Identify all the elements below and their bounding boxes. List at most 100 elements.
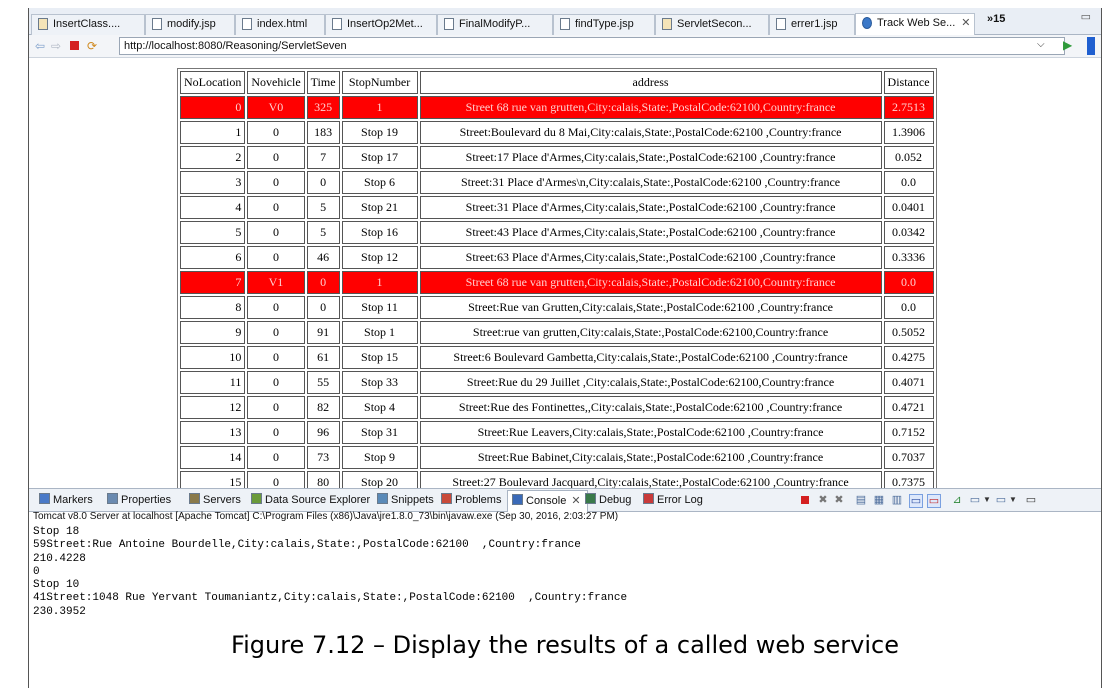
cell-time: 80 [306,471,340,488]
cell-address: Street 68 rue van grutten,City:calais,St… [419,271,882,294]
editor-tab-label: ServletSecon... [677,18,752,30]
editor-tab-label: modify.jsp [167,18,216,30]
view-tab-label: Console [526,495,567,507]
table-row: 10 0 61 Stop 15 Street:6 Boulevard Gambetta,… [180,346,934,369]
cell-nolocation: 12 [180,396,246,419]
cell-stopnumber: Stop 6 [341,171,418,194]
cell-novehicle: 0 [247,146,305,169]
view-tab-label: Data Source Explorer [265,494,371,506]
editor-tab[interactable]: ServletSecon... [655,14,769,35]
figure-caption: Figure 7.12 – Display the results of a c… [231,631,899,659]
tab-overflow-button[interactable]: »15 [987,13,1005,25]
editor-tab[interactable]: FinalModifyP... [437,14,553,35]
cell-nolocation: 3 [180,171,246,194]
editor-tab[interactable]: errer1.jsp [769,14,855,35]
console-icon [512,494,523,505]
word-wrap-icon[interactable]: ▥ [891,494,903,506]
cell-nolocation: 11 [180,371,246,394]
cell-stopnumber: Stop 9 [341,446,418,469]
file-icon [332,18,342,30]
show-stderr-icon[interactable]: ▭ [927,494,941,508]
cell-stopnumber: Stop 21 [341,196,418,219]
remove-launch-icon[interactable]: ✖ [817,494,829,506]
vehicle-start-row: 7 V1 0 1 Street 68 rue van grutten,City:cala… [180,271,934,294]
forward-arrow-icon[interactable]: ⇨ [51,39,61,53]
view-tab-console[interactable]: Console ✕ [507,490,588,512]
cell-nolocation: 2 [180,146,246,169]
terminate-icon[interactable] [801,496,809,504]
view-tab-data-source-explorer[interactable]: Data Source Explorer [251,493,370,507]
editor-tab-label: index.html [257,18,308,30]
cell-address: Street:27 Boulevard Jacquard,City:calais… [419,471,882,488]
url-input[interactable]: http://localhost:8080/Reasoning/ServletS… [119,37,1065,55]
cell-time: 5 [306,221,340,244]
remove-all-icon[interactable]: ✖ [833,494,845,506]
view-tab-label: Error Log [657,494,703,506]
view-tab-markers[interactable]: Markers [39,493,93,507]
table-row: 13 0 96 Stop 31 Street:Rue Leavers,City:cala… [180,421,934,444]
editor-tab[interactable]: InsertClass.... [31,14,145,35]
table-row: 11 0 55 Stop 33 Street:Rue du 29 Juillet ,Ci… [180,371,934,394]
snippets-icon [377,493,388,504]
view-tab-label: Servers [203,494,241,506]
console-output: Stop 18 59Street:Rue Antoine Bourdelle,Ci… [33,526,1093,628]
globe-icon [862,17,872,29]
editor-tab-label: findType.jsp [575,18,634,30]
cell-address: Street:31 Place d'Armes\n,City:calais,St… [419,171,882,194]
minimize-icon[interactable]: ▭ [1081,10,1091,23]
header-distance: Distance [883,71,934,94]
minimize-view-icon[interactable]: ▭ [1025,494,1037,506]
refresh-icon[interactable]: ⟳ [87,39,97,53]
view-tab-properties[interactable]: Properties [107,493,171,507]
scroll-lock-icon[interactable]: ▦ [873,494,885,506]
cell-nolocation: 8 [180,296,246,319]
display-console-icon[interactable]: ▭ [969,494,981,506]
editor-tab[interactable]: modify.jsp [145,14,235,35]
back-arrow-icon[interactable]: ⇦ [35,39,45,53]
chevron-down-icon[interactable]: ▼ [981,494,993,506]
chevron-down-icon[interactable]: ▼ [1007,494,1019,506]
cell-novehicle: 0 [247,396,305,419]
cell-address: Street:17 Place d'Armes,City:calais,Stat… [419,146,882,169]
open-console-icon[interactable]: ▭ [995,494,1007,506]
cell-distance: 0.4071 [883,371,934,394]
go-icon[interactable]: ▶ [1063,38,1072,52]
stop-icon[interactable] [70,41,79,50]
editor-tab-label: InsertOp2Met... [347,18,423,30]
show-stdout-icon[interactable]: ▭ [909,494,923,508]
view-tab-problems[interactable]: Problems [441,493,501,507]
cell-distance: 0.5052 [883,321,934,344]
file-icon [776,18,786,30]
close-icon[interactable]: ✕ [571,495,580,507]
close-icon[interactable]: ✕ [961,17,970,29]
cell-stopnumber: Stop 4 [341,396,418,419]
results-body: 0 V0 325 1 Street 68 rue van grutten,City:ca… [180,96,934,488]
clear-console-icon[interactable]: ▤ [855,494,867,506]
header-stopnumber: StopNumber [341,71,418,94]
cell-address: Street:63 Place d'Armes,City:calais,Stat… [419,246,882,269]
view-tab-error-log[interactable]: Error Log [643,493,703,507]
editor-tab[interactable]: Track Web Se... ✕ [855,13,975,36]
editor-tab[interactable]: index.html [235,14,325,35]
debug-icon [585,493,596,504]
editor-tab-label: InsertClass.... [53,18,121,30]
editor-tab[interactable]: InsertOp2Met... [325,14,437,35]
cell-nolocation: 0 [180,96,246,119]
editor-tab-label: Track Web Se... [877,17,956,29]
chevron-down-icon[interactable]: ⌵ [1037,39,1045,50]
cell-novehicle: 0 [247,346,305,369]
cell-address: Street:6 Boulevard Gambetta,City:calais,… [419,346,882,369]
cell-novehicle: 0 [247,296,305,319]
cell-stopnumber: Stop 31 [341,421,418,444]
pin-console-icon[interactable]: ⊿ [951,494,963,506]
console-line: 230.3952 [33,605,86,618]
cell-address: Street:Rue des Fontinettes,,City:calais,… [419,396,882,419]
view-tab-servers[interactable]: Servers [189,493,241,507]
view-tab-debug[interactable]: Debug [585,493,631,507]
cell-time: 73 [306,446,340,469]
view-tab-snippets[interactable]: Snippets [377,493,434,507]
markers-icon [39,493,50,504]
view-tab-label: Problems [455,494,502,506]
cell-distance: 0.3336 [883,246,934,269]
editor-tab[interactable]: findType.jsp [553,14,655,35]
